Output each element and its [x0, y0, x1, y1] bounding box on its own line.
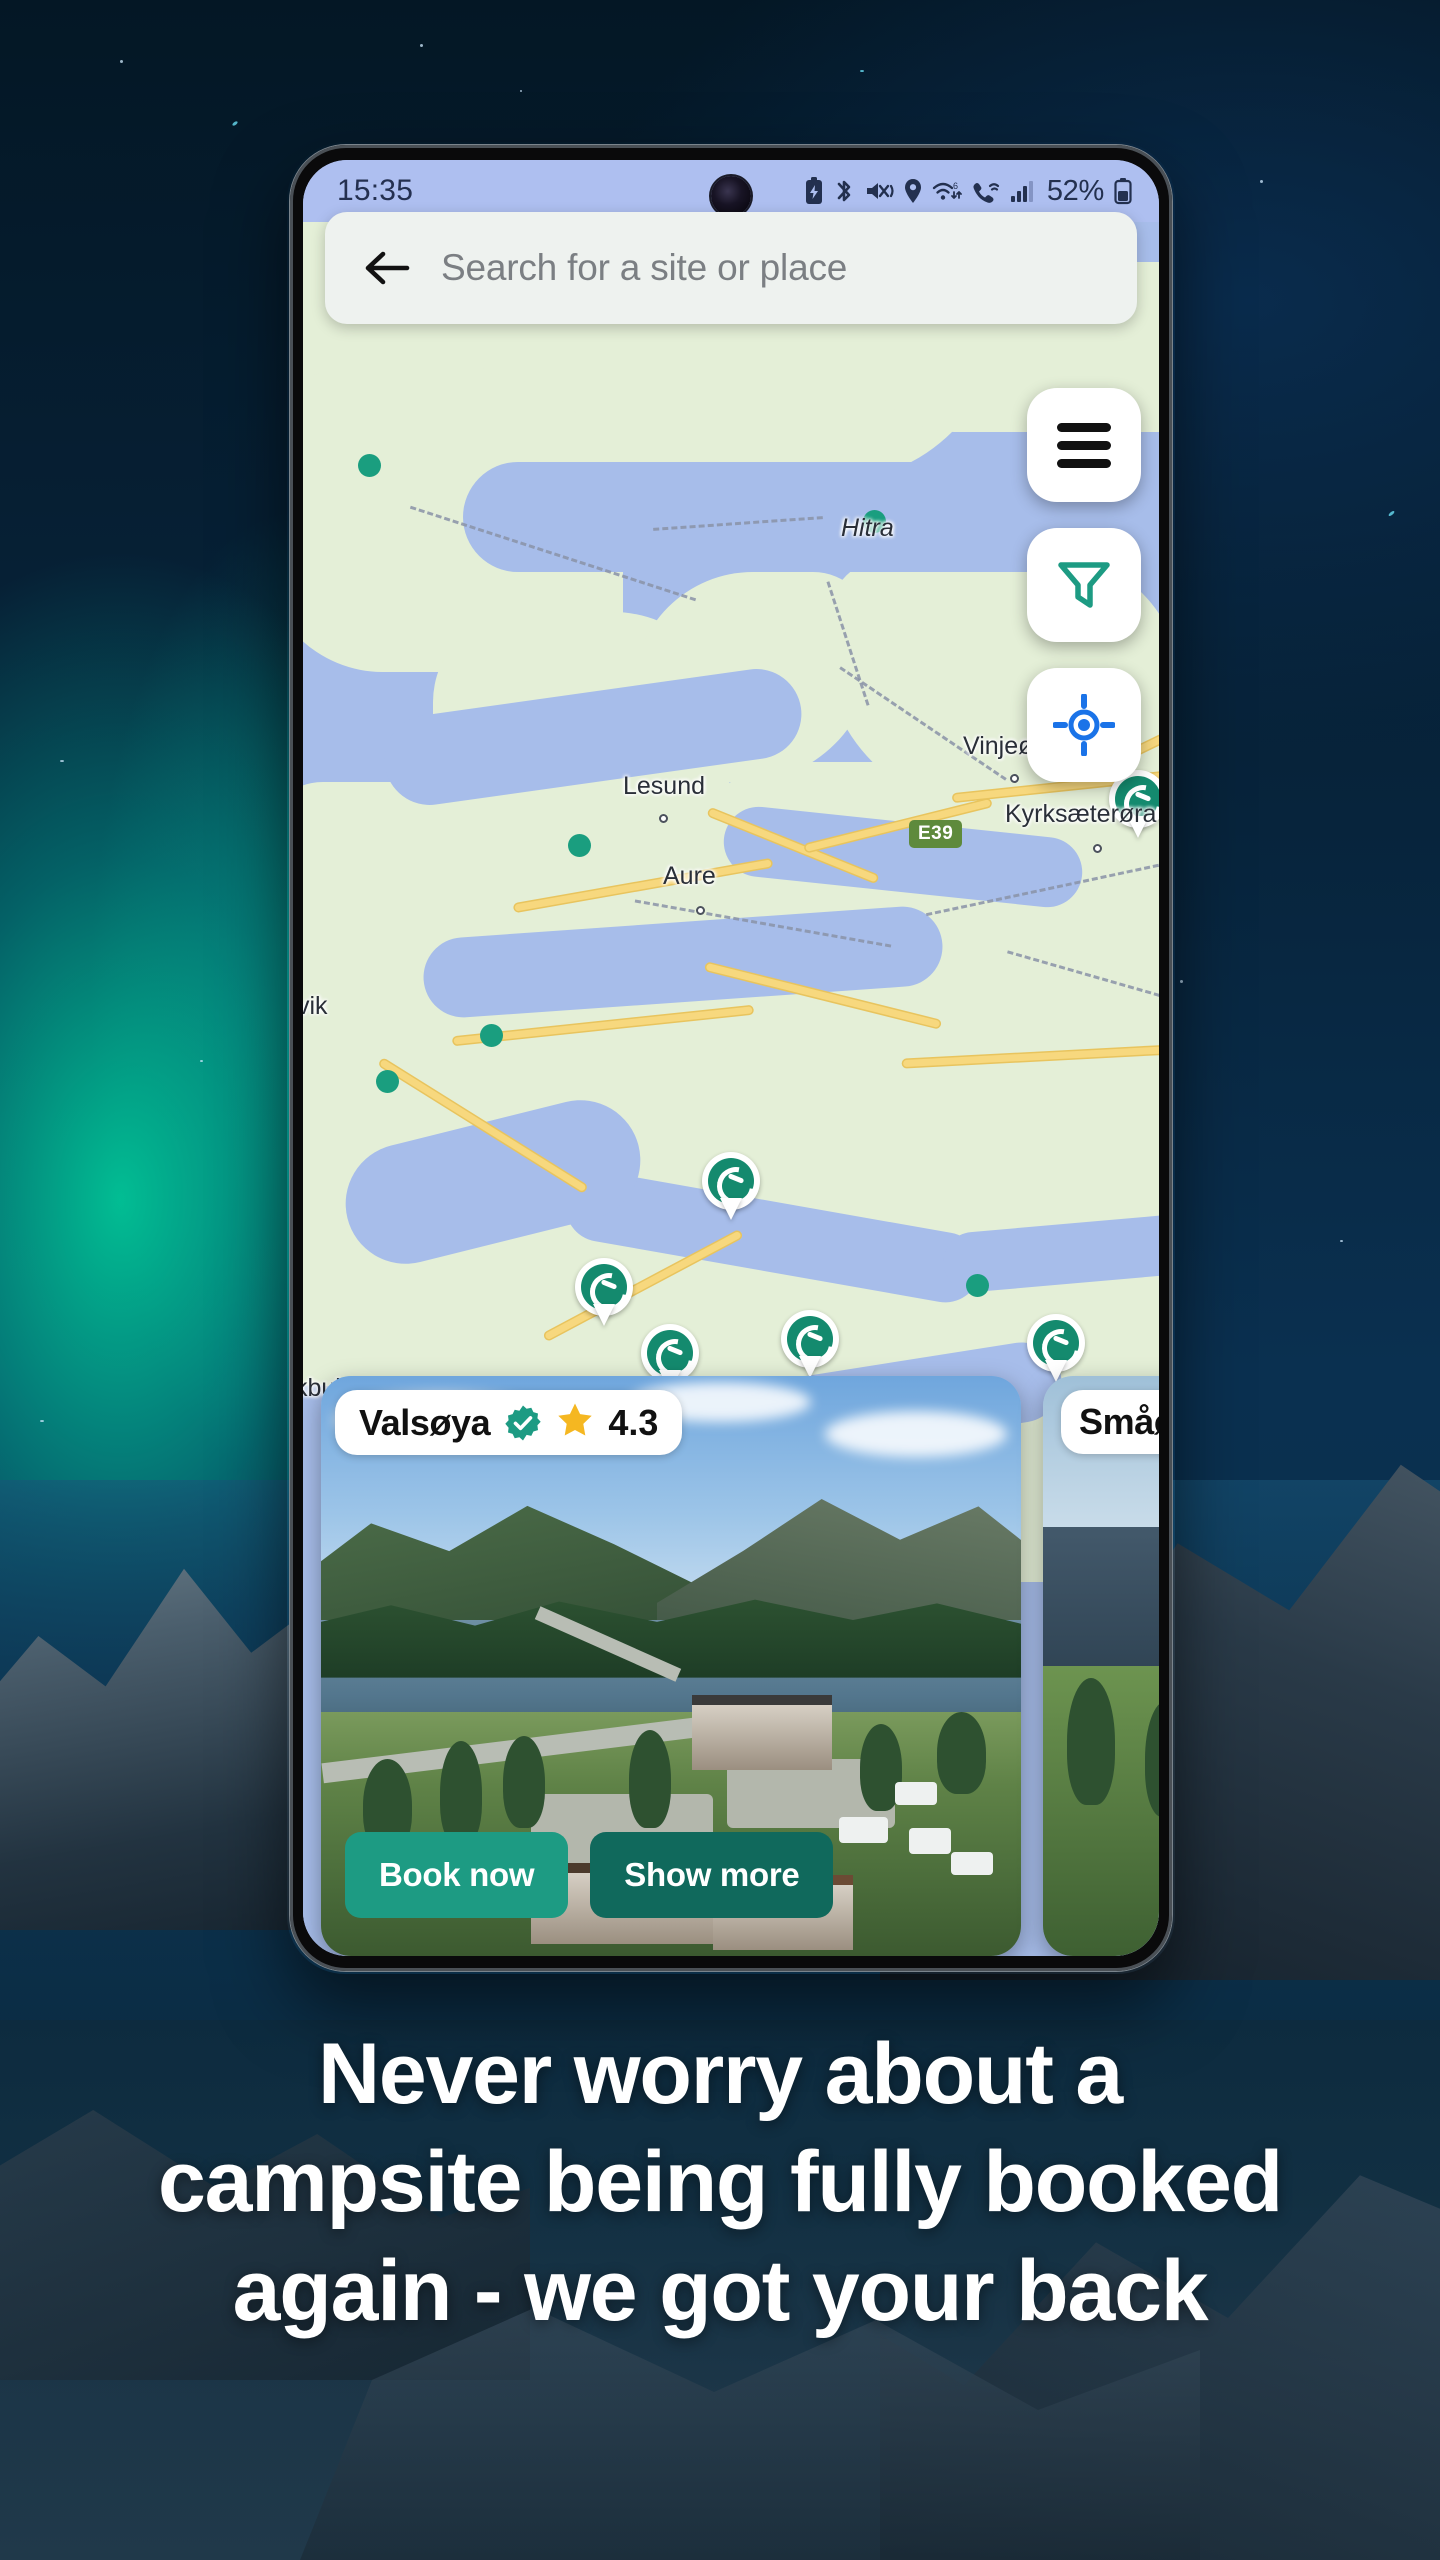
card-actions: Book now Show more	[345, 1832, 834, 1918]
hamburger-menu-icon	[1057, 414, 1111, 477]
location-icon	[904, 179, 921, 203]
map-label-vik: vik	[303, 992, 328, 1020]
filter-funnel-icon	[1058, 562, 1110, 608]
map-dot[interactable]	[480, 1024, 503, 1047]
map-label-aure: Aure	[663, 862, 716, 890]
site-name: Småøya	[1079, 1401, 1159, 1442]
town-dot	[696, 906, 705, 915]
campsite-pin[interactable]	[575, 1258, 633, 1330]
mute-vibrate-icon	[866, 183, 894, 199]
arrow-left-icon[interactable]	[363, 246, 411, 290]
site-photo	[1043, 1376, 1159, 1956]
book-now-button[interactable]: Book now	[345, 1832, 569, 1918]
battery-percent: 52%	[1046, 174, 1104, 207]
site-rating: 4.3	[608, 1401, 659, 1443]
locate-fab[interactable]	[1027, 668, 1141, 782]
headline-line-3: again - we got your back	[232, 2242, 1209, 2339]
signal-bars-icon	[1010, 181, 1033, 202]
search-input[interactable]: Search for a site or place	[441, 247, 847, 289]
map-dot[interactable]	[966, 1274, 989, 1297]
map-dot[interactable]	[376, 1070, 399, 1093]
headline-line-2: campsite being fully booked	[157, 2134, 1283, 2231]
town-dot	[659, 814, 668, 823]
site-name-chip: Valsøya 4.3	[335, 1390, 683, 1455]
status-time: 15:35	[337, 174, 414, 207]
site-cards-carousel[interactable]: Valsøya 4.3 Book now Show more Små	[303, 1356, 1159, 1956]
battery-saver-icon	[805, 177, 822, 204]
map-controls	[1027, 388, 1141, 782]
star-icon	[556, 1401, 594, 1444]
map-label-hitra: Hitra	[841, 514, 894, 542]
site-name-chip: Småøya	[1061, 1390, 1159, 1454]
campsite-pin[interactable]	[702, 1152, 760, 1224]
svg-text:6: 6	[953, 181, 958, 191]
filter-fab[interactable]	[1027, 528, 1141, 642]
map-dot[interactable]	[358, 454, 381, 477]
locate-crosshair-icon	[1053, 694, 1115, 756]
status-icons: 6 52%	[804, 175, 1133, 208]
wifi-icon: 6	[932, 181, 962, 200]
bluetooth-icon	[837, 180, 851, 202]
show-more-button[interactable]: Show more	[590, 1832, 834, 1918]
site-name: Valsøya	[359, 1401, 491, 1443]
promo-headline: Never worry about a campsite being fully…	[0, 2020, 1440, 2345]
menu-fab[interactable]	[1027, 388, 1141, 502]
map-dot[interactable]	[568, 834, 591, 857]
town-dot	[1093, 844, 1102, 853]
battery-icon	[1114, 178, 1132, 205]
map-label-kyrksaeteroera: Kyrksæterøra	[1005, 800, 1157, 828]
verified-badge-icon	[504, 1404, 542, 1442]
site-card-valsoya[interactable]: Valsøya 4.3 Book now Show more	[321, 1376, 1021, 1956]
search-bar[interactable]: Search for a site or place	[325, 212, 1137, 324]
town-dot	[1010, 774, 1019, 783]
call-wifi-icon	[973, 183, 999, 203]
map-label-lesund: Lesund	[623, 772, 706, 800]
phone-screen: E39 Hitra Lesund Aure Kyrksæterøra Vinje…	[303, 160, 1159, 1956]
site-card-smaaoya[interactable]: Småøya B	[1043, 1376, 1159, 1956]
road-shield-e39: E39	[909, 820, 963, 848]
camera-punchhole-icon	[711, 176, 751, 216]
headline-line-1: Never worry about a	[317, 2026, 1123, 2122]
